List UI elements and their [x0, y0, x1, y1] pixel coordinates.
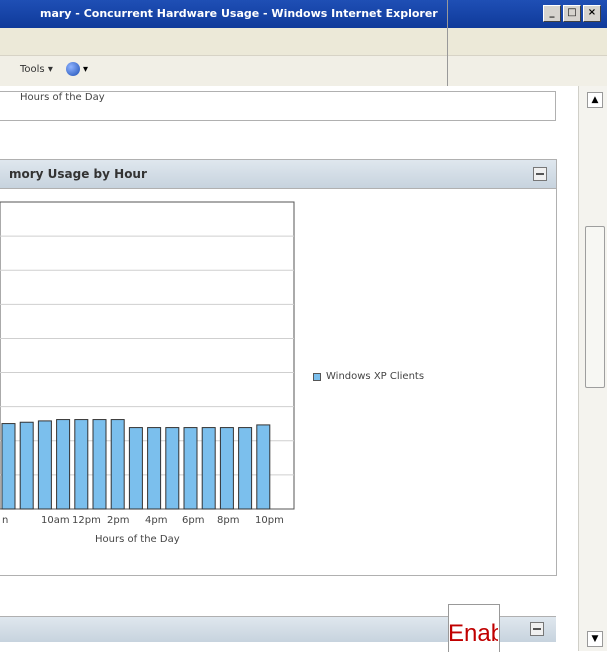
previous-chart-footer: Hours of the Day [0, 91, 556, 121]
next-panel-collapse-icon[interactable] [530, 622, 544, 636]
window-controls: _ □ × [543, 5, 601, 22]
restore-button[interactable]: □ [563, 5, 581, 22]
bar-1pm [92, 419, 107, 510]
bar-10pm [256, 424, 271, 510]
x-tick-label: n [2, 515, 8, 526]
close-button[interactable]: × [583, 5, 601, 22]
x-tick-label: 2pm [107, 515, 129, 526]
x-axis-title: Hours of the Day [20, 92, 105, 103]
scroll-thumb[interactable] [585, 226, 605, 388]
legend-label: Windows XP Clients [326, 371, 425, 382]
chart-legend: Windows XP Clients [313, 371, 424, 382]
bar-5pm [165, 427, 180, 510]
bar-12pm [74, 419, 89, 510]
x-tick-label: 8pm [217, 515, 239, 526]
scroll-up-icon[interactable]: ▲ [587, 92, 603, 108]
bar-7pm [201, 427, 216, 510]
x-axis-label: Hours of the Day [95, 534, 180, 545]
panel-header: mory Usage by Hour [0, 160, 556, 189]
vertical-scrollbar[interactable]: ▲ ▼ [578, 86, 607, 651]
collapse-icon[interactable] [533, 167, 547, 181]
bar-2pm [110, 419, 125, 510]
bar-10am [37, 420, 52, 510]
callout-text: Enables accurate VDI [448, 620, 498, 647]
bar-4pm [147, 427, 162, 510]
bar-8am [1, 423, 16, 510]
panel-title: mory Usage by Hour [9, 167, 147, 181]
minimize-button[interactable]: _ [543, 5, 561, 22]
memory-usage-panel: mory Usage by Hour n 10am 12pm 2pm 4pm 6pm 8pm… [0, 159, 557, 576]
memory-usage-chart: n 10am 12pm 2pm 4pm 6pm 8pm 10pm Hours of the Da… [0, 201, 295, 545]
browser-window: mary - Concurrent Hardware Usage - Windo… [0, 0, 607, 652]
scroll-down-icon[interactable]: ▼ [587, 631, 603, 647]
x-tick-label: 6pm [182, 515, 204, 526]
x-tick-label: 4pm [145, 515, 167, 526]
x-tick-label: 10am [41, 515, 70, 526]
bar-9am [19, 421, 34, 510]
bar-11am [56, 419, 71, 510]
x-tick-label: 12pm [72, 515, 101, 526]
page-content: Hours of the Day mory Usage by Hour n 10a… [0, 86, 578, 651]
bar-9pm [238, 427, 253, 510]
x-tick-label: 10pm [255, 515, 284, 526]
bar-3pm [128, 427, 143, 510]
bar-8pm [219, 427, 234, 510]
legend-swatch [313, 372, 321, 381]
bar-6pm [183, 427, 198, 510]
